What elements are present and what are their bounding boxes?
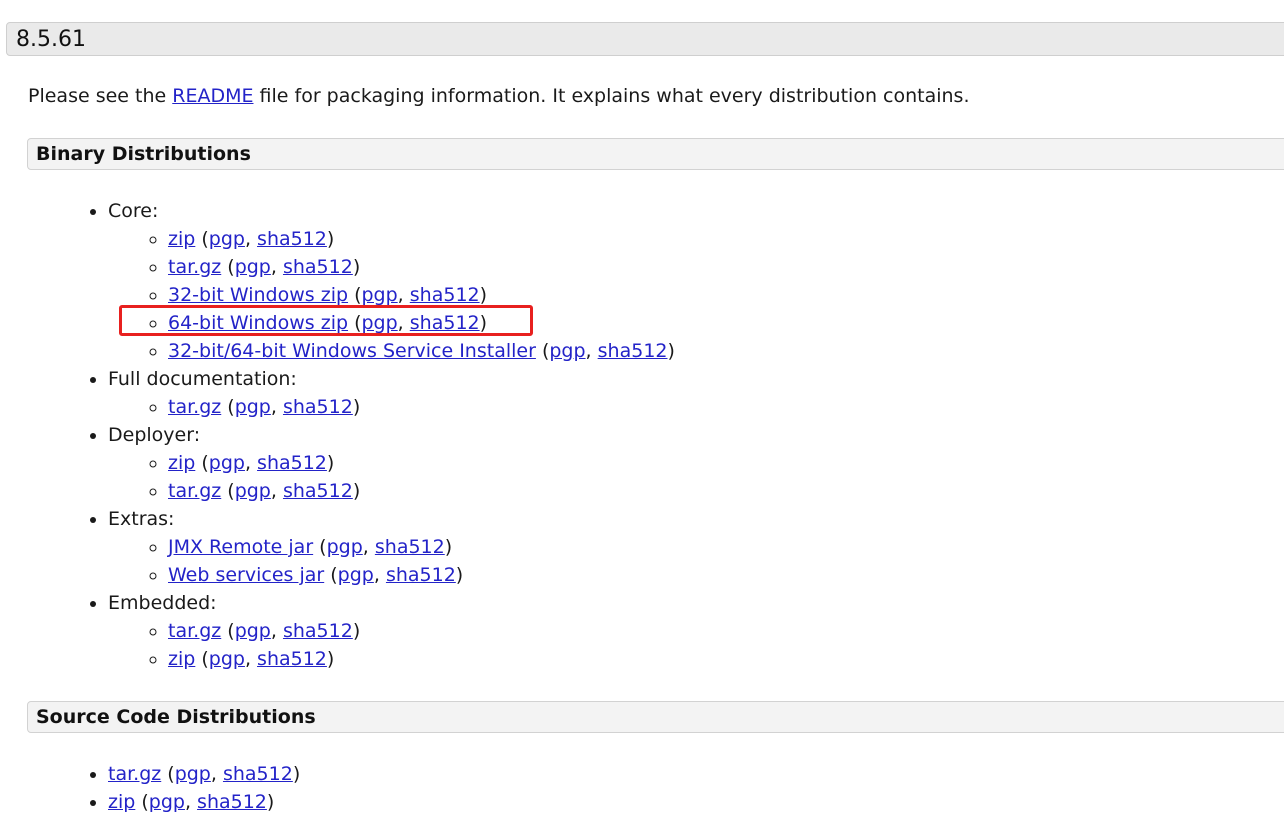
deployer-zip-sha512-link[interactable]: sha512 [257, 452, 327, 474]
core-targz-pgp-link[interactable]: pgp [235, 256, 271, 278]
core-group: Core: zip (pgp, sha512) tar.gz (pgp, sha… [108, 197, 675, 365]
download-item: 32-bit Windows zip (pgp, sha512) [168, 281, 675, 309]
download-item: tar.gz (pgp, sha512) [168, 617, 675, 645]
deployer-zip-link[interactable]: zip [168, 452, 195, 474]
binary-distributions-header: Binary Distributions [27, 138, 1284, 170]
download-item: tar.gz (pgp, sha512) [168, 477, 675, 505]
docs-targz-pgp-link[interactable]: pgp [235, 396, 271, 418]
source-zip-link[interactable]: zip [108, 791, 135, 813]
download-item: 64-bit Windows zip (pgp, sha512) [168, 309, 675, 337]
deployer-targz-link[interactable]: tar.gz [168, 480, 221, 502]
core-zip-sha512-link[interactable]: sha512 [257, 228, 327, 250]
core-win32-zip-link[interactable]: 32-bit Windows zip [168, 284, 348, 306]
version-title: 8.5.61 [16, 27, 86, 52]
extras-ws-pgp-link[interactable]: pgp [338, 564, 374, 586]
deployer-targz-sha512-link[interactable]: sha512 [283, 480, 353, 502]
embedded-targz-pgp-link[interactable]: pgp [235, 620, 271, 642]
deployer-targz-pgp-link[interactable]: pgp [235, 480, 271, 502]
binary-distributions-title: Binary Distributions [36, 143, 251, 165]
embedded-zip-link[interactable]: zip [168, 648, 195, 670]
download-item: zip (pgp, sha512) [168, 645, 675, 673]
core-label: Core: [108, 200, 159, 222]
core-win-installer-link[interactable]: 32-bit/64-bit Windows Service Installer [168, 340, 536, 362]
intro-text: Please see the README file for packaging… [28, 85, 970, 107]
embedded-label: Embedded: [108, 592, 217, 614]
readme-link[interactable]: README [172, 85, 253, 107]
core-targz-sha512-link[interactable]: sha512 [283, 256, 353, 278]
extras-ws-link[interactable]: Web services jar [168, 564, 324, 586]
download-item: tar.gz (pgp, sha512) [108, 760, 300, 788]
download-item: JMX Remote jar (pgp, sha512) [168, 533, 675, 561]
extras-ws-sha512-link[interactable]: sha512 [386, 564, 456, 586]
docs-targz-link[interactable]: tar.gz [168, 396, 221, 418]
source-distributions-header: Source Code Distributions [27, 701, 1284, 733]
core-win64-zip-link[interactable]: 64-bit Windows zip [168, 312, 348, 334]
embedded-zip-pgp-link[interactable]: pgp [209, 648, 245, 670]
download-item: tar.gz (pgp, sha512) [168, 393, 675, 421]
extras-group: Extras: JMX Remote jar (pgp, sha512) Web… [108, 505, 675, 589]
source-distributions-list: tar.gz (pgp, sha512) zip (pgp, sha512) [108, 760, 300, 816]
docs-targz-sha512-link[interactable]: sha512 [283, 396, 353, 418]
download-item: Web services jar (pgp, sha512) [168, 561, 675, 589]
docs-list: tar.gz (pgp, sha512) [168, 393, 675, 421]
docs-group: Full documentation: tar.gz (pgp, sha512) [108, 365, 675, 421]
embedded-targz-sha512-link[interactable]: sha512 [283, 620, 353, 642]
download-item: zip (pgp, sha512) [168, 449, 675, 477]
extras-jmx-pgp-link[interactable]: pgp [327, 536, 363, 558]
core-zip-link[interactable]: zip [168, 228, 195, 250]
source-zip-pgp-link[interactable]: pgp [149, 791, 185, 813]
embedded-targz-link[interactable]: tar.gz [168, 620, 221, 642]
source-targz-sha512-link[interactable]: sha512 [223, 763, 293, 785]
version-header: 8.5.61 [6, 22, 1284, 56]
download-item: 32-bit/64-bit Windows Service Installer … [168, 337, 675, 365]
core-win32-pgp-link[interactable]: pgp [361, 284, 397, 306]
source-targz-link[interactable]: tar.gz [108, 763, 161, 785]
deployer-label: Deployer: [108, 424, 201, 446]
core-win32-sha512-link[interactable]: sha512 [410, 284, 480, 306]
extras-list: JMX Remote jar (pgp, sha512) Web service… [168, 533, 675, 589]
docs-label: Full documentation: [108, 368, 297, 390]
source-targz-pgp-link[interactable]: pgp [175, 763, 211, 785]
download-item: zip (pgp, sha512) [168, 225, 675, 253]
core-targz-link[interactable]: tar.gz [168, 256, 221, 278]
extras-jmx-sha512-link[interactable]: sha512 [375, 536, 445, 558]
deployer-group: Deployer: zip (pgp, sha512) tar.gz (pgp,… [108, 421, 675, 505]
embedded-zip-sha512-link[interactable]: sha512 [257, 648, 327, 670]
deployer-list: zip (pgp, sha512) tar.gz (pgp, sha512) [168, 449, 675, 505]
source-zip-sha512-link[interactable]: sha512 [197, 791, 267, 813]
embedded-group: Embedded: tar.gz (pgp, sha512) zip (pgp,… [108, 589, 675, 673]
embedded-list: tar.gz (pgp, sha512) zip (pgp, sha512) [168, 617, 675, 673]
core-win64-sha512-link[interactable]: sha512 [410, 312, 480, 334]
core-list: zip (pgp, sha512) tar.gz (pgp, sha512) 3… [168, 225, 675, 365]
core-win64-pgp-link[interactable]: pgp [361, 312, 397, 334]
source-distributions-title: Source Code Distributions [36, 706, 316, 728]
core-installer-sha512-link[interactable]: sha512 [598, 340, 668, 362]
extras-label: Extras: [108, 508, 175, 530]
extras-jmx-link[interactable]: JMX Remote jar [168, 536, 313, 558]
binary-distributions-list: Core: zip (pgp, sha512) tar.gz (pgp, sha… [108, 197, 675, 673]
core-installer-pgp-link[interactable]: pgp [549, 340, 585, 362]
download-item: zip (pgp, sha512) [108, 788, 300, 816]
deployer-zip-pgp-link[interactable]: pgp [209, 452, 245, 474]
core-zip-pgp-link[interactable]: pgp [209, 228, 245, 250]
download-item: tar.gz (pgp, sha512) [168, 253, 675, 281]
